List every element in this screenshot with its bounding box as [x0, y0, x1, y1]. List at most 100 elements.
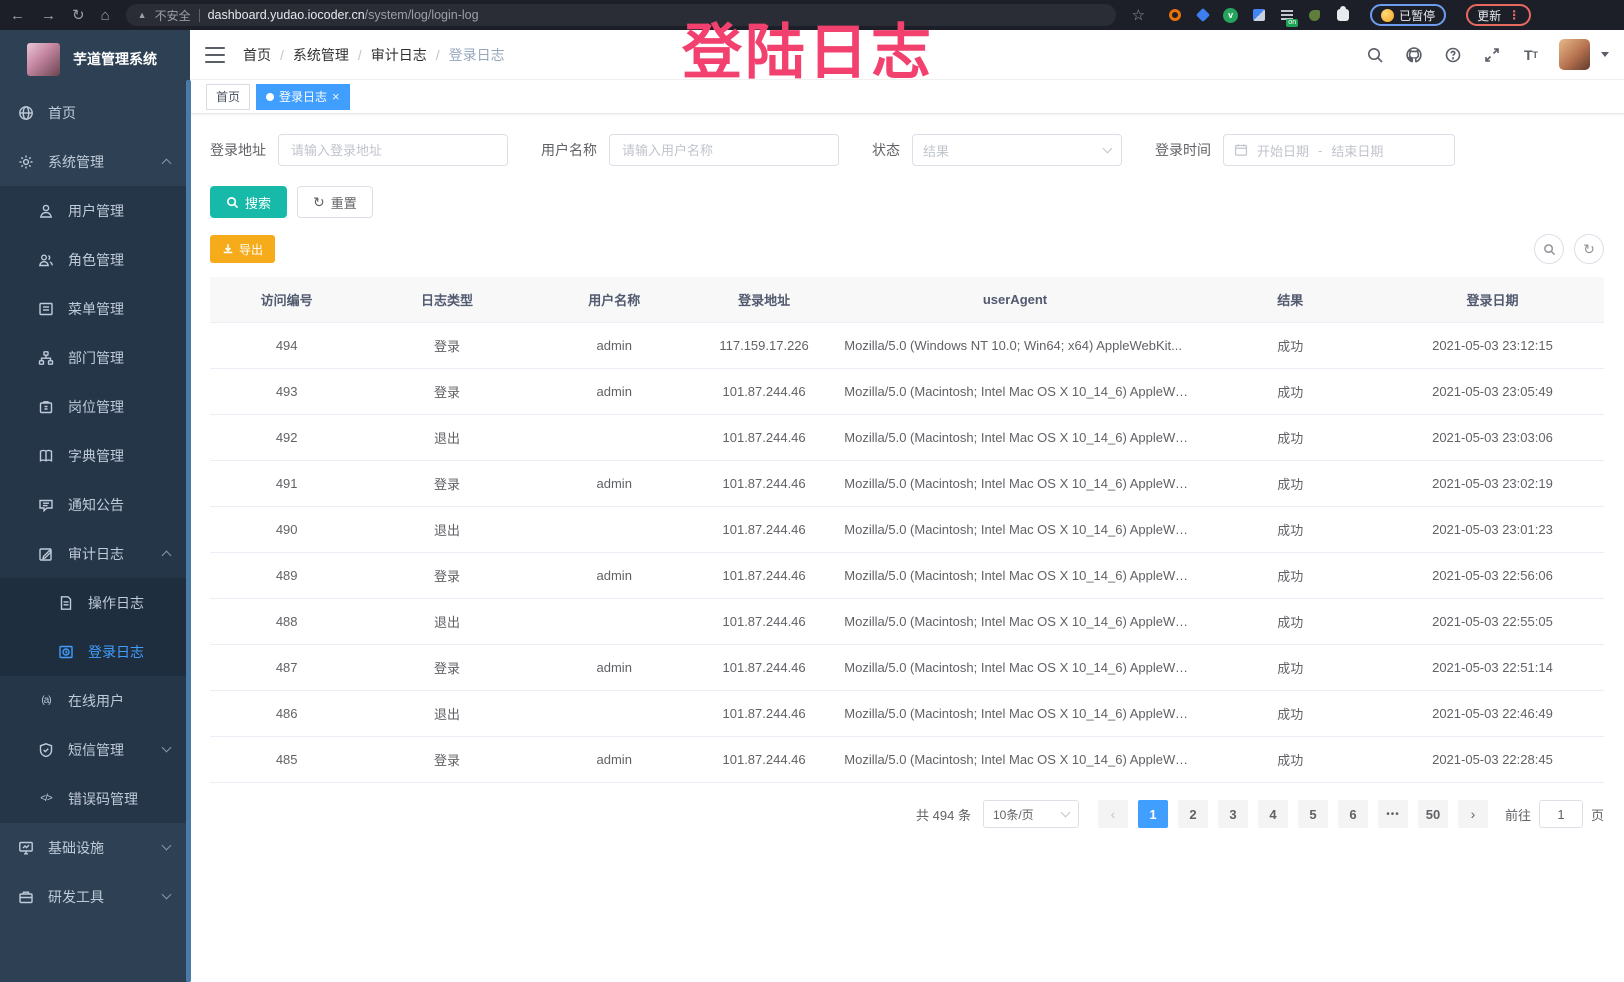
sidebar-item-menus[interactable]: 菜单管理 — [0, 284, 190, 333]
tags-view: 首页 登录日志 × — [190, 80, 1624, 114]
refresh-button[interactable]: ↻ — [1574, 234, 1604, 264]
status-placeholder: 结果 — [923, 141, 949, 160]
extension-green-icon[interactable]: v — [1223, 8, 1238, 23]
search-icon[interactable] — [1364, 44, 1386, 66]
font-size-icon[interactable]: TT — [1520, 44, 1542, 66]
sidebar-item-notices[interactable]: 通知公告 — [0, 480, 190, 529]
browser-menu-dots-icon[interactable]: ⋮ — [1508, 8, 1520, 22]
back-icon[interactable]: ← — [10, 8, 25, 23]
breadcrumb-audit-log[interactable]: 审计日志 — [371, 45, 427, 65]
page-button-2[interactable]: 2 — [1178, 800, 1208, 828]
avatar-caret-down-icon[interactable] — [1601, 52, 1609, 57]
goto-page-input[interactable] — [1539, 800, 1583, 828]
github-icon[interactable] — [1403, 44, 1425, 66]
page-button-3[interactable]: 3 — [1218, 800, 1248, 828]
paused-badge[interactable]: 已暂停 — [1370, 4, 1446, 26]
app-title: 芋道管理系统 — [73, 49, 157, 69]
cell-log-type: 登录 — [363, 369, 530, 415]
home-icon[interactable]: ⌂ — [101, 8, 110, 23]
page-button-5[interactable]: 5 — [1298, 800, 1328, 828]
tag-home[interactable]: 首页 — [206, 84, 250, 110]
cell-log-type: 登录 — [363, 461, 530, 507]
breadcrumb-home[interactable]: 首页 — [243, 45, 271, 65]
app-logo[interactable]: 芋道管理系统 — [0, 30, 190, 88]
sidebar-item-home[interactable]: 首页 — [0, 88, 190, 137]
cell-login-address: 101.87.244.46 — [698, 553, 830, 599]
sidebar-item-departments[interactable]: 部门管理 — [0, 333, 190, 382]
date-range-picker[interactable]: 开始日期 - 结束日期 — [1223, 134, 1455, 166]
table-row: 491登录admin101.87.244.46Mozilla/5.0 (Maci… — [210, 461, 1604, 507]
search-button[interactable]: 搜索 — [210, 186, 287, 218]
fullscreen-icon[interactable] — [1481, 44, 1503, 66]
tag-close-icon[interactable]: × — [332, 90, 340, 103]
page-button-4[interactable]: 4 — [1258, 800, 1288, 828]
extensions-puzzle-icon[interactable] — [1335, 8, 1350, 23]
user-avatar[interactable] — [1559, 39, 1590, 70]
forward-icon[interactable]: → — [41, 8, 56, 23]
date-start-placeholder[interactable]: 开始日期 — [1257, 141, 1309, 160]
magnifier-icon — [226, 196, 239, 209]
sidebar-item-online-users[interactable]: (a) 在线用户 — [0, 676, 190, 725]
sidebar-item-audit-log[interactable]: 审计日志 — [0, 529, 190, 578]
sidebar-item-posts[interactable]: 岗位管理 — [0, 382, 190, 431]
page-size-select[interactable]: 10条/页 — [983, 800, 1079, 828]
page-button-6[interactable]: 6 — [1338, 800, 1368, 828]
sidebar-item-error-codes[interactable]: </> 错误码管理 — [0, 774, 190, 823]
active-dot-icon — [266, 93, 274, 101]
login-log-table: 访问编号 日志类型 用户名称 登录地址 userAgent 结果 登录日期 49… — [210, 277, 1604, 783]
extension-grid-icon[interactable] — [1251, 8, 1266, 23]
extension-gem-icon[interactable] — [1195, 8, 1210, 23]
toggle-search-button[interactable] — [1534, 234, 1564, 264]
help-icon[interactable] — [1442, 44, 1464, 66]
sidebar-item-sms[interactable]: 短信管理 — [0, 725, 190, 774]
username-input[interactable] — [609, 134, 839, 166]
status-select[interactable]: 结果 — [912, 134, 1122, 166]
sidebar-item-operation-log[interactable]: 操作日志 — [0, 578, 190, 627]
cell-result: 成功 — [1200, 369, 1381, 415]
page-button-1[interactable]: 1 — [1138, 800, 1168, 828]
sidebar-item-label: 角色管理 — [68, 250, 124, 270]
security-warning-label[interactable]: 不安全 — [155, 7, 191, 24]
filter-login-time: 登录时间 开始日期 - 结束日期 — [1155, 134, 1455, 166]
reset-button[interactable]: ↻ 重置 — [297, 186, 373, 218]
more-pages-icon[interactable]: ••• — [1378, 800, 1408, 828]
reload-icon[interactable]: ↻ — [72, 8, 85, 23]
sidebar-item-label: 部门管理 — [68, 348, 124, 368]
sidebar-item-system[interactable]: 系统管理 — [0, 137, 190, 186]
cell-login-date: 2021-05-03 23:12:15 — [1381, 323, 1604, 369]
cell-login-address: 101.87.244.46 — [698, 415, 830, 461]
hamburger-icon[interactable] — [205, 47, 225, 63]
cell-login-date: 2021-05-03 22:56:06 — [1381, 553, 1604, 599]
export-button[interactable]: 导出 — [210, 235, 275, 263]
breadcrumb-system[interactable]: 系统管理 — [293, 45, 349, 65]
sidebar-item-login-log[interactable]: 登录日志 — [0, 627, 190, 676]
header-username: 用户名称 — [531, 277, 698, 323]
sidebar-item-infrastructure[interactable]: 基础设施 — [0, 823, 190, 872]
refresh-icon: ↻ — [1583, 241, 1595, 258]
extension-list-icon[interactable]: on — [1279, 8, 1294, 23]
sidebar-item-label: 审计日志 — [68, 544, 124, 564]
sidebar-item-devtools[interactable]: 研发工具 — [0, 872, 190, 921]
next-page-button[interactable]: › — [1458, 800, 1488, 828]
extension-orange-icon[interactable] — [1167, 8, 1182, 23]
sidebar-item-dict[interactable]: 字典管理 — [0, 431, 190, 480]
extension-leaf-icon[interactable] — [1307, 8, 1322, 23]
breadcrumb: 首页 / 系统管理 / 审计日志 / 登录日志 — [243, 45, 505, 65]
tag-login-log[interactable]: 登录日志 × — [256, 84, 350, 110]
address-bar[interactable]: ▲ 不安全 dashboard.yudao.iocoder.cn/system/… — [126, 4, 1116, 26]
login-address-input[interactable] — [278, 134, 508, 166]
sidebar-item-users[interactable]: 用户管理 — [0, 186, 190, 235]
url-text[interactable]: dashboard.yudao.iocoder.cn/system/log/lo… — [208, 8, 479, 22]
sidebar-item-roles[interactable]: 角色管理 — [0, 235, 190, 284]
page-button-50[interactable]: 50 — [1418, 800, 1448, 828]
green-circle: v — [1223, 8, 1238, 23]
bookmark-star-icon[interactable]: ☆ — [1132, 6, 1145, 24]
sidebar-scrollbar[interactable] — [186, 80, 191, 982]
magnifier-icon — [1543, 243, 1556, 256]
prev-page-button[interactable]: ‹ — [1098, 800, 1128, 828]
date-end-placeholder[interactable]: 结束日期 — [1331, 141, 1383, 160]
update-button[interactable]: 更新 ⋮ — [1466, 4, 1531, 26]
login-log-icon — [57, 643, 75, 661]
cell-user-agent: Mozilla/5.0 (Macintosh; Intel Mac OS X 1… — [830, 737, 1199, 783]
toolbar-right: ↻ — [1534, 234, 1604, 264]
